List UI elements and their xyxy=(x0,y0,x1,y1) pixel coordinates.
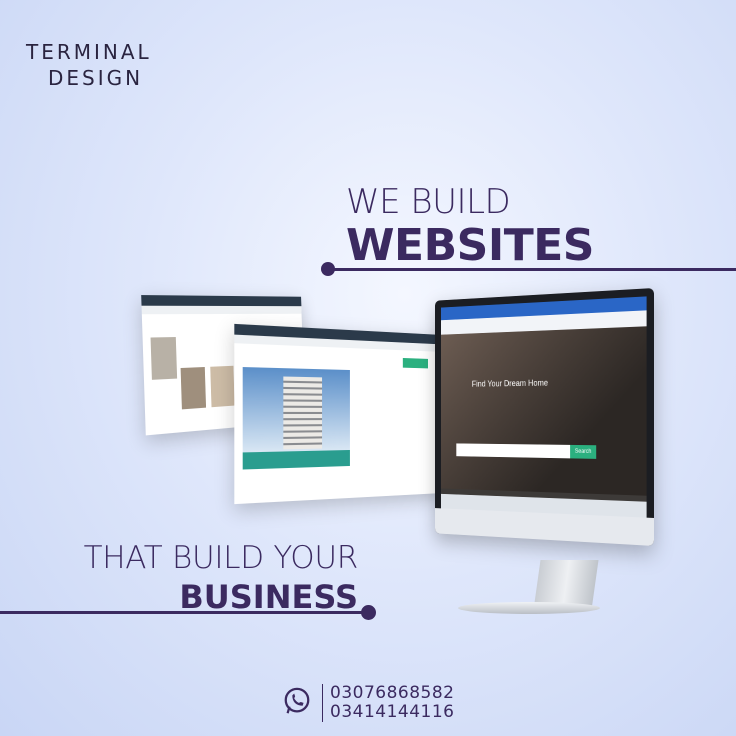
divider-bottom xyxy=(0,611,368,614)
contact-separator xyxy=(322,684,323,722)
headline-top-bold: WEBSITES xyxy=(346,220,594,271)
mockup-banner xyxy=(242,449,350,470)
desktop-monitor: Find Your Dream Home Search xyxy=(434,288,654,546)
whatsapp-icon xyxy=(284,687,310,714)
headline-top: WE BUILD WEBSITES xyxy=(346,182,594,271)
headline-bottom: THAT BUILD YOUR BUSINESS xyxy=(28,540,359,616)
browser-mockup-center xyxy=(234,323,450,505)
brand-line-1: TERMINAL xyxy=(26,40,152,64)
browser-bar xyxy=(141,295,302,307)
divider-top-dot xyxy=(321,262,335,276)
divider-top xyxy=(328,268,736,271)
divider-bottom-dot xyxy=(361,605,376,620)
mockup-image xyxy=(210,365,235,408)
search-bar xyxy=(456,443,571,459)
headline-bottom-light: THAT BUILD YOUR xyxy=(83,540,359,576)
monitor-base xyxy=(458,602,600,614)
phone-numbers: 03076868582 03414144116 xyxy=(330,684,454,722)
mockup-image xyxy=(180,366,207,410)
hero-text: Find Your Dream Home xyxy=(471,377,549,389)
headline-top-light: WE BUILD xyxy=(346,182,511,222)
brand-line-2: DESIGN xyxy=(48,66,144,90)
phone-number[interactable]: 03076868582 xyxy=(330,684,454,703)
mockup-image xyxy=(150,337,178,380)
tower-shape xyxy=(283,376,323,450)
brand-logo: TERMINAL DESIGN xyxy=(26,40,152,90)
hero-image xyxy=(441,326,647,496)
phone-number[interactable]: 03414144116 xyxy=(330,703,454,722)
mockup-button xyxy=(402,357,428,369)
building-image xyxy=(242,367,350,453)
browser-nav xyxy=(141,305,302,315)
monitor-screen: Find Your Dream Home Search xyxy=(441,296,647,518)
search-button: Search xyxy=(570,444,597,459)
mockup-text-placeholder xyxy=(181,319,294,320)
